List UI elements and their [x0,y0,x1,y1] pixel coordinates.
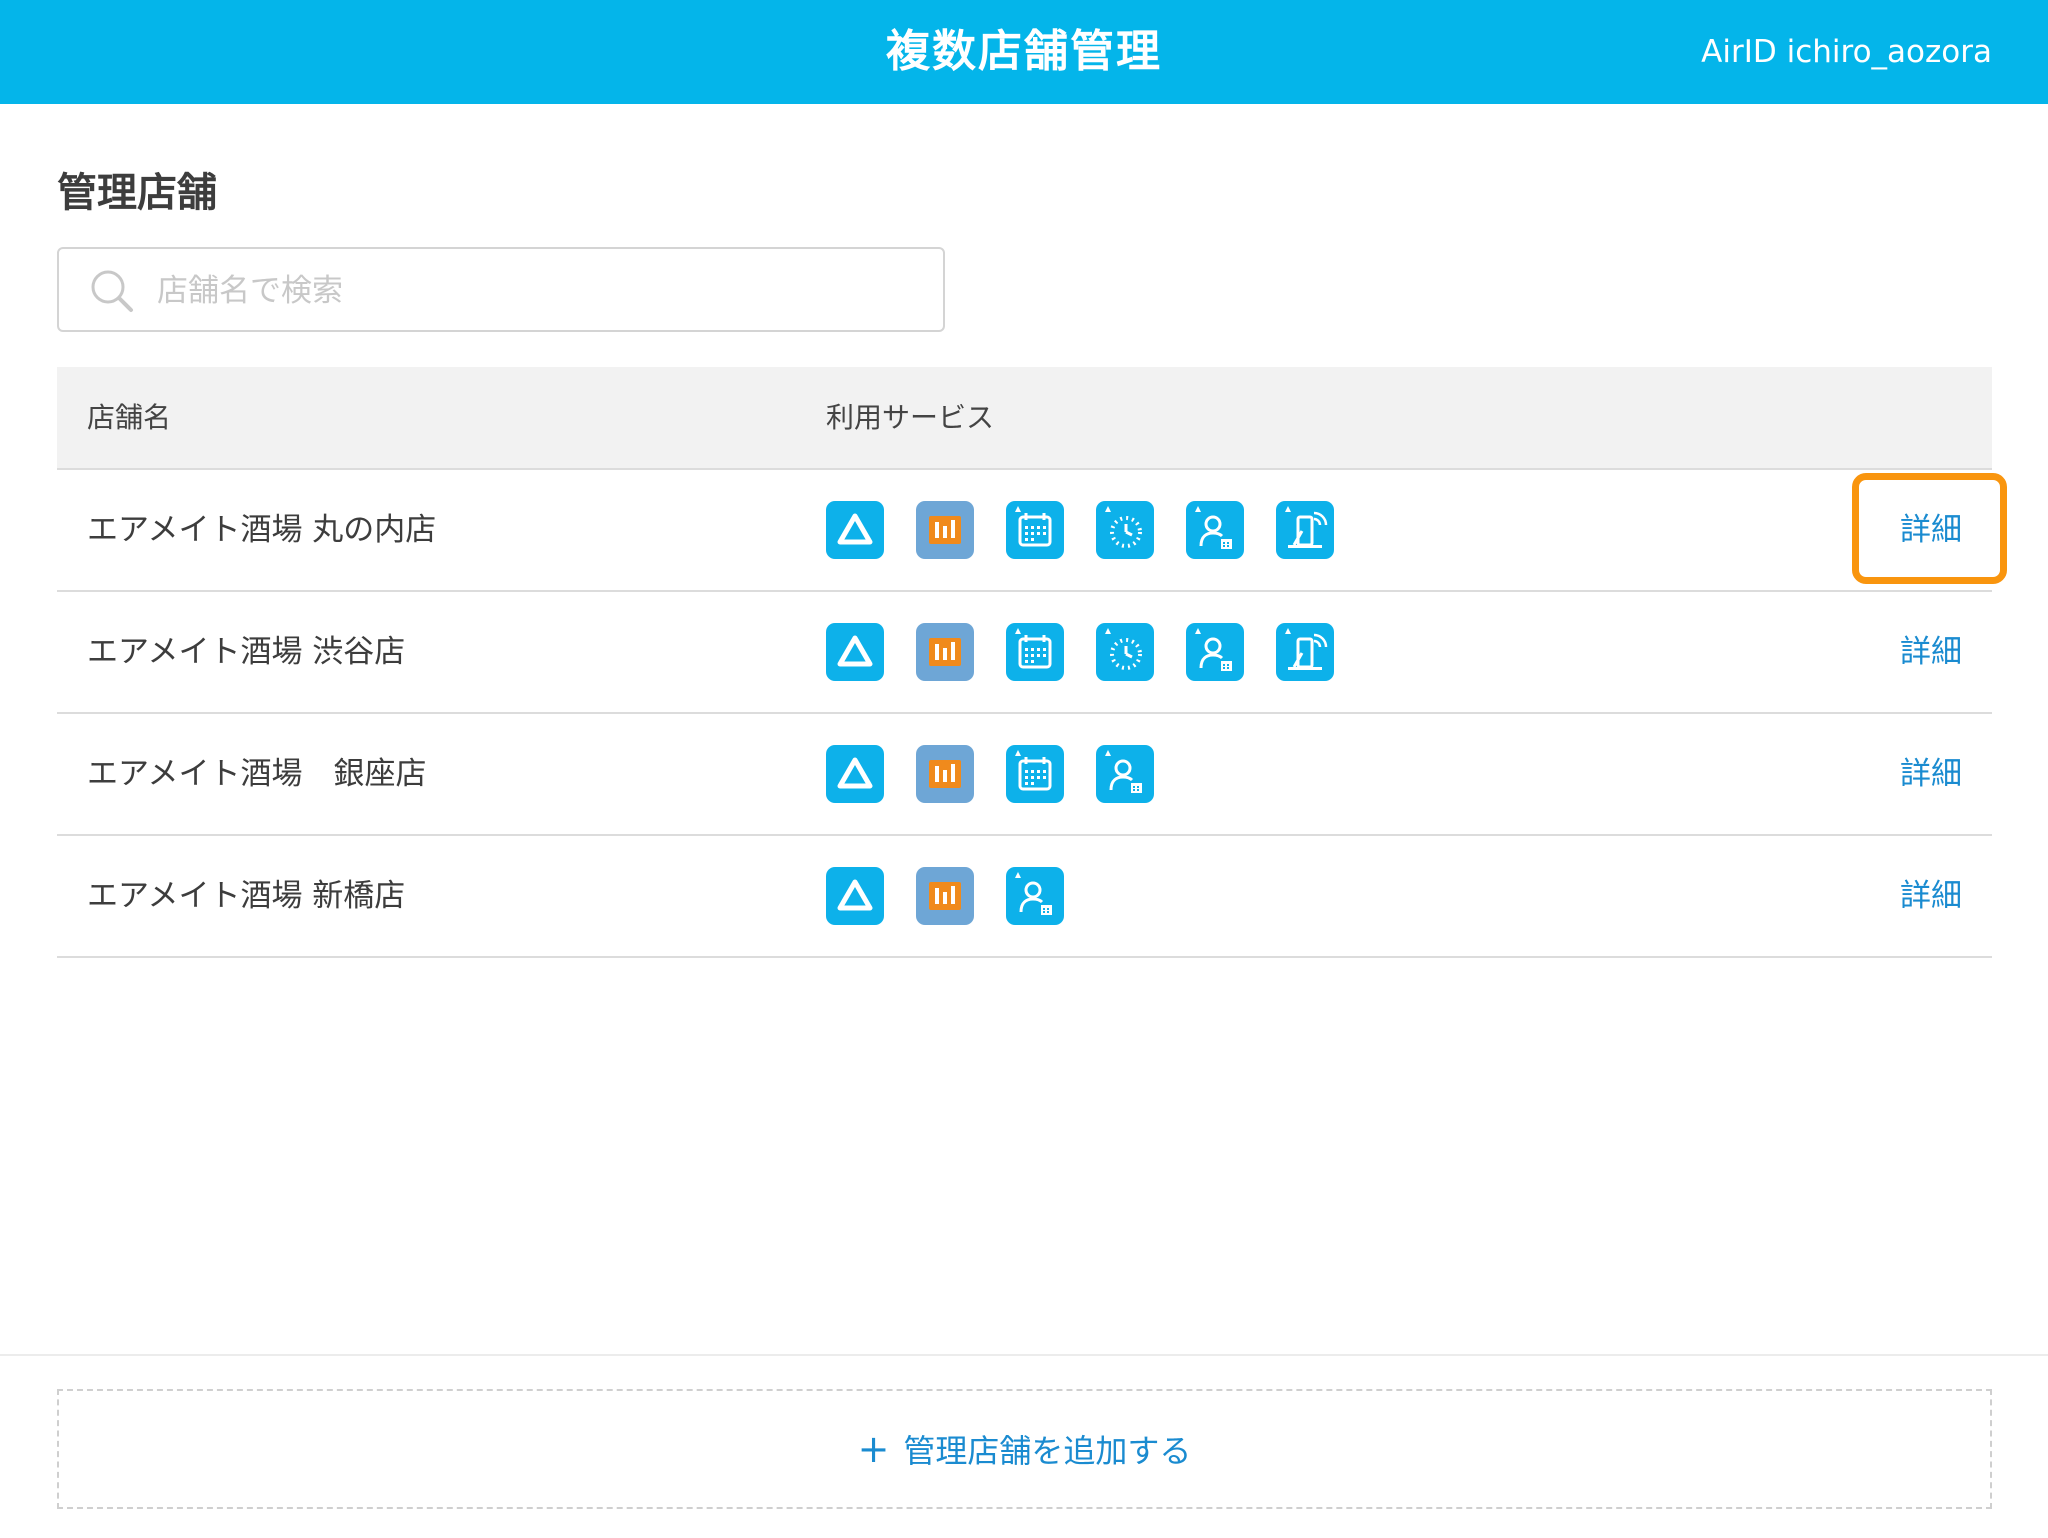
reservation-service-icon [1006,623,1064,681]
service-icon-list [826,745,1186,805]
table-header: 店舗名 利用サービス [57,367,1992,470]
column-header-services: 利用サービス [826,401,995,434]
table-row: エアメイト酒場 渋谷店 詳細 [57,592,1992,714]
search-box[interactable] [57,247,945,332]
detail-link[interactable]: 詳細 [1900,714,1962,834]
airregi-order-service-icon [916,623,974,681]
airid-service-icon [826,867,884,925]
table-row: エアメイト酒場 銀座店 詳細 [57,714,1992,836]
search-input[interactable] [155,249,919,332]
shift-service-icon [1096,745,1154,803]
table-row: エアメイト酒場 新橋店 詳細 [57,836,1992,958]
shift-service-icon [1186,623,1244,681]
add-store-button[interactable]: + 管理店舗を追加する [57,1389,1992,1509]
store-name: エアメイト酒場 銀座店 [87,756,427,792]
waiting-service-icon [1096,501,1154,559]
service-icon-list [826,501,1366,561]
payment-service-icon [1276,501,1334,559]
account-id[interactable]: AirID ichiro_aozora [1701,0,1992,104]
airid-service-icon [826,501,884,559]
add-store-label: 管理店舗を追加する [903,1432,1192,1470]
reservation-service-icon [1006,745,1064,803]
service-icon-list [826,623,1366,683]
store-table: 店舗名 利用サービス エアメイト酒場 丸の内店 詳細 エアメイト酒場 渋谷店 詳細 エア… [57,367,1992,958]
detail-highlight-box [1852,473,2007,584]
detail-link[interactable]: 詳細 [1900,592,1962,712]
column-header-store-name: 店舗名 [87,401,172,434]
airregi-order-service-icon [916,745,974,803]
detail-link[interactable]: 詳細 [1900,836,1962,956]
shift-service-icon [1186,501,1244,559]
search-icon [89,268,135,314]
reservation-service-icon [1006,501,1064,559]
airregi-order-service-icon [916,501,974,559]
shift-service-icon [1006,867,1064,925]
footer-bar: + 管理店舗を追加する [0,1354,2048,1538]
plus-icon: + [857,1427,890,1471]
service-icon-list [826,867,1096,927]
payment-service-icon [1276,623,1334,681]
store-name: エアメイト酒場 渋谷店 [87,634,406,670]
table-row: エアメイト酒場 丸の内店 詳細 [57,470,1992,592]
app-header: 複数店舗管理 AirID ichiro_aozora [0,0,2048,104]
airid-service-icon [826,745,884,803]
waiting-service-icon [1096,623,1154,681]
store-name: エアメイト酒場 新橋店 [87,878,406,914]
store-name: エアメイト酒場 丸の内店 [87,512,437,548]
airregi-order-service-icon [916,867,974,925]
airid-service-icon [826,623,884,681]
section-title: 管理店舗 [57,170,217,216]
